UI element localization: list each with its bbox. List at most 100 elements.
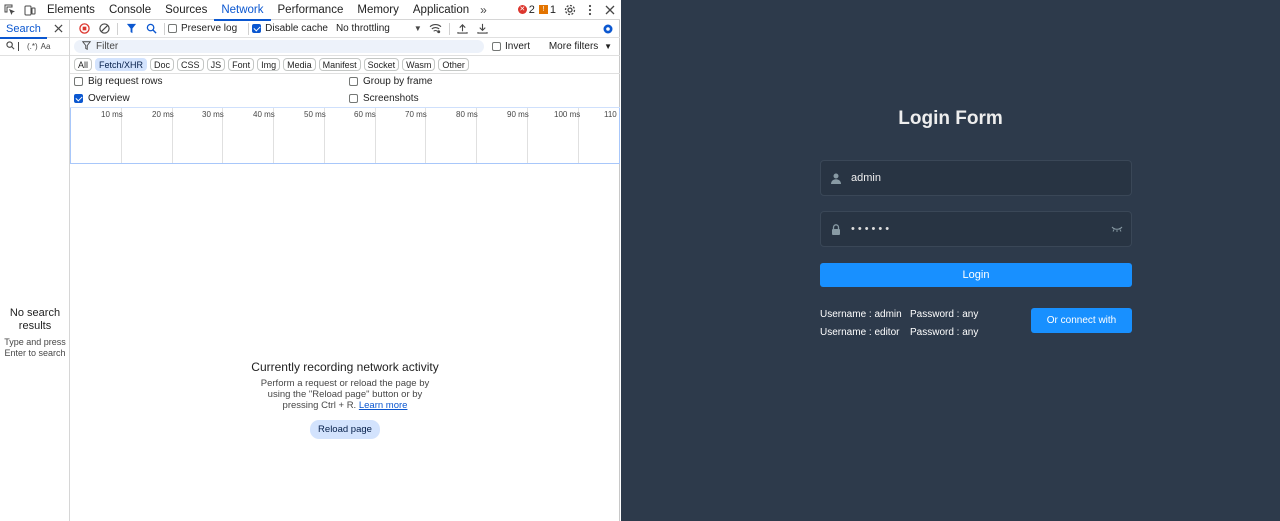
learn-more-link[interactable]: Learn more bbox=[359, 400, 408, 411]
search-network-icon[interactable] bbox=[141, 20, 161, 38]
type-filter-media[interactable]: Media bbox=[283, 58, 316, 71]
warnings-badge[interactable]: ! 1 bbox=[538, 4, 556, 16]
tab-performance[interactable]: Performance bbox=[271, 0, 351, 20]
divider bbox=[164, 22, 165, 35]
empty-state-text-3: pressing Ctrl + R. bbox=[282, 400, 357, 411]
reload-page-button[interactable]: Reload page bbox=[310, 420, 380, 439]
filter-placeholder: Filter bbox=[96, 41, 119, 52]
divider bbox=[248, 22, 250, 35]
divider bbox=[117, 22, 118, 35]
clear-icon[interactable] bbox=[94, 20, 114, 38]
type-filter-wasm[interactable]: Wasm bbox=[402, 58, 436, 71]
group-by-frame-checkbox[interactable]: Group by frame bbox=[349, 76, 432, 87]
type-filter-font[interactable]: Font bbox=[228, 58, 255, 71]
search-input[interactable] bbox=[18, 42, 24, 51]
more-filters-dropdown[interactable]: More filters ▼ bbox=[549, 41, 612, 52]
overview-checkbox[interactable]: Overview bbox=[74, 93, 130, 104]
type-filter-manifest[interactable]: Manifest bbox=[318, 58, 361, 71]
network-conditions-icon[interactable] bbox=[426, 20, 446, 38]
password-field[interactable]: •••••• bbox=[820, 211, 1132, 247]
type-filter-fetch-xhr[interactable]: Fetch/XHR bbox=[95, 58, 148, 71]
more-filters-label: More filters bbox=[548, 41, 599, 52]
connect-with-button[interactable]: Or connect with bbox=[1031, 308, 1132, 333]
network-empty-state: Currently recording network activity Per… bbox=[70, 360, 620, 439]
preserve-log-label: Preserve log bbox=[181, 23, 238, 34]
import-har-icon[interactable] bbox=[453, 20, 473, 38]
inspect-element-icon[interactable] bbox=[0, 0, 20, 20]
login-button[interactable]: Login bbox=[820, 263, 1132, 287]
overview-timeline[interactable]: 10 ms 20 ms 30 ms 40 ms 50 ms 60 ms 70 m… bbox=[70, 108, 620, 164]
type-filter-img[interactable]: Img bbox=[257, 58, 281, 71]
customize-menu-icon[interactable] bbox=[580, 0, 600, 20]
tab-console[interactable]: Console bbox=[102, 0, 158, 20]
search-icon bbox=[6, 41, 15, 52]
type-filter-other[interactable]: Other bbox=[438, 58, 469, 71]
network-settings-icon[interactable] bbox=[598, 20, 618, 38]
login-tip-row: Username : admin Password : any bbox=[820, 309, 978, 320]
timeline-tick-label: 90 ms bbox=[507, 110, 529, 119]
tab-elements[interactable]: Elements bbox=[40, 0, 102, 20]
invert-checkbox[interactable]: Invert bbox=[492, 41, 530, 52]
tip-password: Password : any bbox=[910, 309, 979, 320]
username-field[interactable]: admin bbox=[820, 160, 1132, 196]
filter-funnel-icon[interactable] bbox=[121, 20, 141, 38]
type-filter-js[interactable]: JS bbox=[206, 58, 226, 71]
match-case-option[interactable]: Aa bbox=[41, 42, 51, 51]
type-filter-doc[interactable]: Doc bbox=[150, 58, 175, 71]
checkbox-checked bbox=[74, 94, 83, 103]
no-results-title: No search results bbox=[9, 307, 61, 332]
errors-badge[interactable]: ✕ 2 bbox=[517, 3, 535, 16]
chevron-down-icon: ▼ bbox=[604, 42, 612, 51]
timeline-tick-label: 20 ms bbox=[152, 110, 174, 119]
tab-network[interactable]: Network bbox=[214, 0, 271, 21]
disable-cache-label: Disable cache bbox=[265, 23, 328, 34]
no-search-results: No search results Type and press Enter t… bbox=[0, 307, 70, 359]
search-tools: (.*) Aa bbox=[0, 38, 69, 56]
search-drawer-header: Search bbox=[0, 20, 69, 39]
close-devtools-icon[interactable] bbox=[600, 0, 620, 20]
settings-gear-icon[interactable] bbox=[560, 0, 580, 20]
stop-recording-icon[interactable] bbox=[74, 20, 94, 38]
filter-icon bbox=[81, 40, 92, 53]
tab-sources[interactable]: Sources bbox=[158, 0, 214, 20]
user-icon bbox=[821, 173, 851, 184]
regex-option[interactable]: (.*) bbox=[27, 42, 38, 51]
checkbox-unchecked bbox=[492, 42, 501, 51]
invert-label: Invert bbox=[505, 41, 531, 52]
tabbar-right: ✕ 2 ! 1 bbox=[517, 0, 620, 20]
filter-input[interactable]: Filter bbox=[74, 40, 484, 53]
show-password-eye-icon[interactable] bbox=[1111, 224, 1123, 234]
tab-memory[interactable]: Memory bbox=[350, 0, 406, 20]
big-request-rows-checkbox[interactable]: Big request rows bbox=[74, 76, 162, 87]
close-search-icon[interactable] bbox=[54, 22, 63, 36]
type-filter-socket[interactable]: Socket bbox=[363, 58, 400, 71]
type-filter-css[interactable]: CSS bbox=[177, 58, 204, 71]
login-title: Login Form bbox=[898, 108, 1003, 129]
tip-password: Password : any bbox=[910, 327, 979, 338]
password-value: •••••• bbox=[851, 223, 893, 235]
timeline-tick-label: 40 ms bbox=[253, 110, 275, 119]
empty-state-text-2: using the "Reload page" button or by bbox=[267, 389, 423, 400]
checkbox-checked bbox=[252, 24, 262, 33]
disable-cache-checkbox[interactable]: Disable cache bbox=[252, 23, 328, 34]
tab-application[interactable]: Application bbox=[406, 0, 476, 20]
search-tab[interactable]: Search bbox=[0, 20, 47, 39]
timeline-tick-label: 30 ms bbox=[202, 110, 224, 119]
timeline-tick-label: 70 ms bbox=[405, 110, 427, 119]
timeline-tick-label: 10 ms bbox=[101, 110, 123, 119]
screenshots-label: Screenshots bbox=[363, 93, 419, 104]
preserve-log-checkbox[interactable]: Preserve log bbox=[168, 23, 237, 34]
devtools-panel: Elements Console Sources Network Perform… bbox=[0, 0, 620, 521]
device-toolbar-icon[interactable] bbox=[20, 0, 40, 20]
export-har-icon[interactable] bbox=[473, 20, 493, 38]
more-tabs-button[interactable]: » bbox=[476, 3, 491, 17]
throttling-select[interactable]: No throttling ▼ bbox=[336, 23, 422, 34]
type-filter-all[interactable]: All bbox=[74, 58, 93, 71]
timeline-tick-label: 50 ms bbox=[304, 110, 326, 119]
group-by-frame-label: Group by frame bbox=[363, 76, 433, 87]
timeline-tick-label: 60 ms bbox=[354, 110, 376, 119]
login-tip-row: Username : editor Password : any bbox=[820, 327, 978, 338]
filter-toolbar: Filter Invert More filters ▼ bbox=[70, 38, 620, 56]
errors-count: 2 bbox=[528, 3, 535, 16]
screenshots-checkbox[interactable]: Screenshots bbox=[349, 93, 419, 104]
